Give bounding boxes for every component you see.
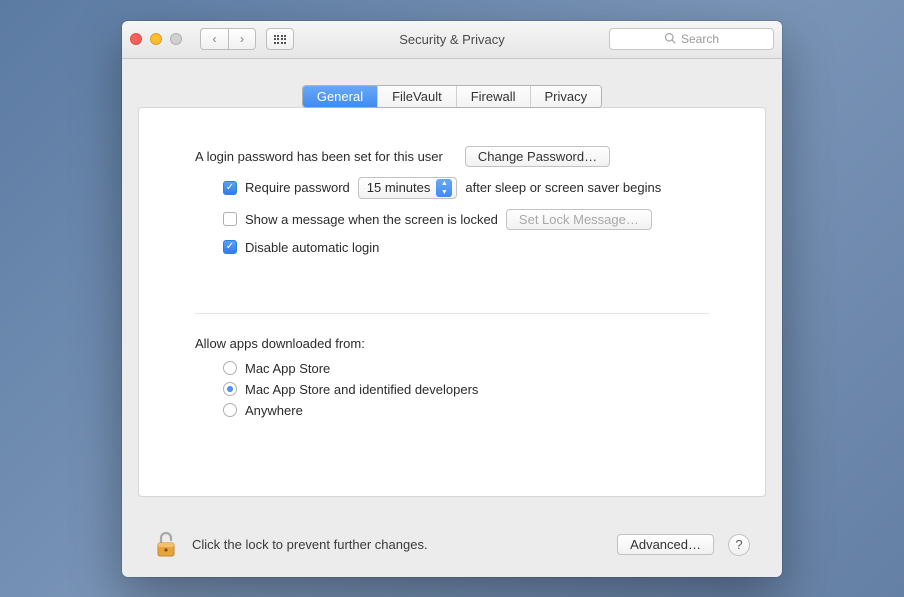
change-password-button[interactable]: Change Password… xyxy=(465,146,610,167)
allow-apps-heading: Allow apps downloaded from: xyxy=(195,336,709,351)
general-panel: A login password has been set for this u… xyxy=(138,107,766,497)
footer: Click the lock to prevent further change… xyxy=(138,517,766,577)
search-icon xyxy=(664,32,676,47)
disable-auto-login-checkbox[interactable]: ✓ xyxy=(223,240,237,254)
require-password-checkbox[interactable]: ✓ xyxy=(223,181,237,195)
tab-firewall[interactable]: Firewall xyxy=(457,86,531,107)
tab-privacy[interactable]: Privacy xyxy=(531,86,602,107)
preferences-window: ‹ › Security & Privacy Search General xyxy=(122,21,782,577)
content-area: General FileVault Firewall Privacy A log… xyxy=(122,59,782,577)
search-field[interactable]: Search xyxy=(609,28,774,50)
allow-apps-mas-radio[interactable] xyxy=(223,361,237,375)
check-icon: ✓ xyxy=(226,242,234,252)
close-window-button[interactable] xyxy=(130,33,142,45)
require-password-delay-value: 15 minutes xyxy=(367,180,431,195)
forward-button[interactable]: › xyxy=(228,28,256,50)
allow-apps-anywhere-label: Anywhere xyxy=(245,403,303,418)
show-all-button[interactable] xyxy=(266,28,294,50)
require-password-delay-select[interactable]: 15 minutes ▲▼ xyxy=(358,177,458,199)
lock-hint-text: Click the lock to prevent further change… xyxy=(192,537,428,552)
show-lock-message-checkbox[interactable] xyxy=(223,212,237,226)
tab-general[interactable]: General xyxy=(303,86,378,107)
window-controls xyxy=(130,33,182,45)
lock-icon[interactable] xyxy=(154,531,178,559)
allow-apps-anywhere-radio[interactable] xyxy=(223,403,237,417)
chevron-right-icon: › xyxy=(240,32,244,46)
allow-apps-mas-dev-radio[interactable] xyxy=(223,382,237,396)
allow-apps-mas-label: Mac App Store xyxy=(245,361,330,376)
titlebar: ‹ › Security & Privacy Search xyxy=(122,21,782,59)
disable-auto-login-label: Disable automatic login xyxy=(245,240,379,255)
stepper-icon: ▲▼ xyxy=(436,179,452,197)
advanced-button[interactable]: Advanced… xyxy=(617,534,714,555)
zoom-window-button[interactable] xyxy=(170,33,182,45)
require-password-label: Require password xyxy=(245,180,350,195)
minimize-window-button[interactable] xyxy=(150,33,162,45)
help-button[interactable]: ? xyxy=(728,534,750,556)
question-icon: ? xyxy=(735,537,742,552)
login-password-status: A login password has been set for this u… xyxy=(195,149,443,164)
chevron-left-icon: ‹ xyxy=(213,32,217,46)
tab-filevault[interactable]: FileVault xyxy=(378,86,457,107)
search-placeholder: Search xyxy=(681,32,719,46)
set-lock-message-button[interactable]: Set Lock Message… xyxy=(506,209,652,230)
allow-apps-mas-dev-label: Mac App Store and identified developers xyxy=(245,382,478,397)
tab-bar: General FileVault Firewall Privacy xyxy=(138,85,766,108)
show-lock-message-label: Show a message when the screen is locked xyxy=(245,212,498,227)
require-password-suffix: after sleep or screen saver begins xyxy=(465,180,661,195)
grid-icon xyxy=(274,35,287,44)
back-button[interactable]: ‹ xyxy=(200,28,228,50)
check-icon: ✓ xyxy=(226,183,234,193)
nav-back-forward: ‹ › xyxy=(200,28,256,50)
section-divider xyxy=(195,313,709,314)
